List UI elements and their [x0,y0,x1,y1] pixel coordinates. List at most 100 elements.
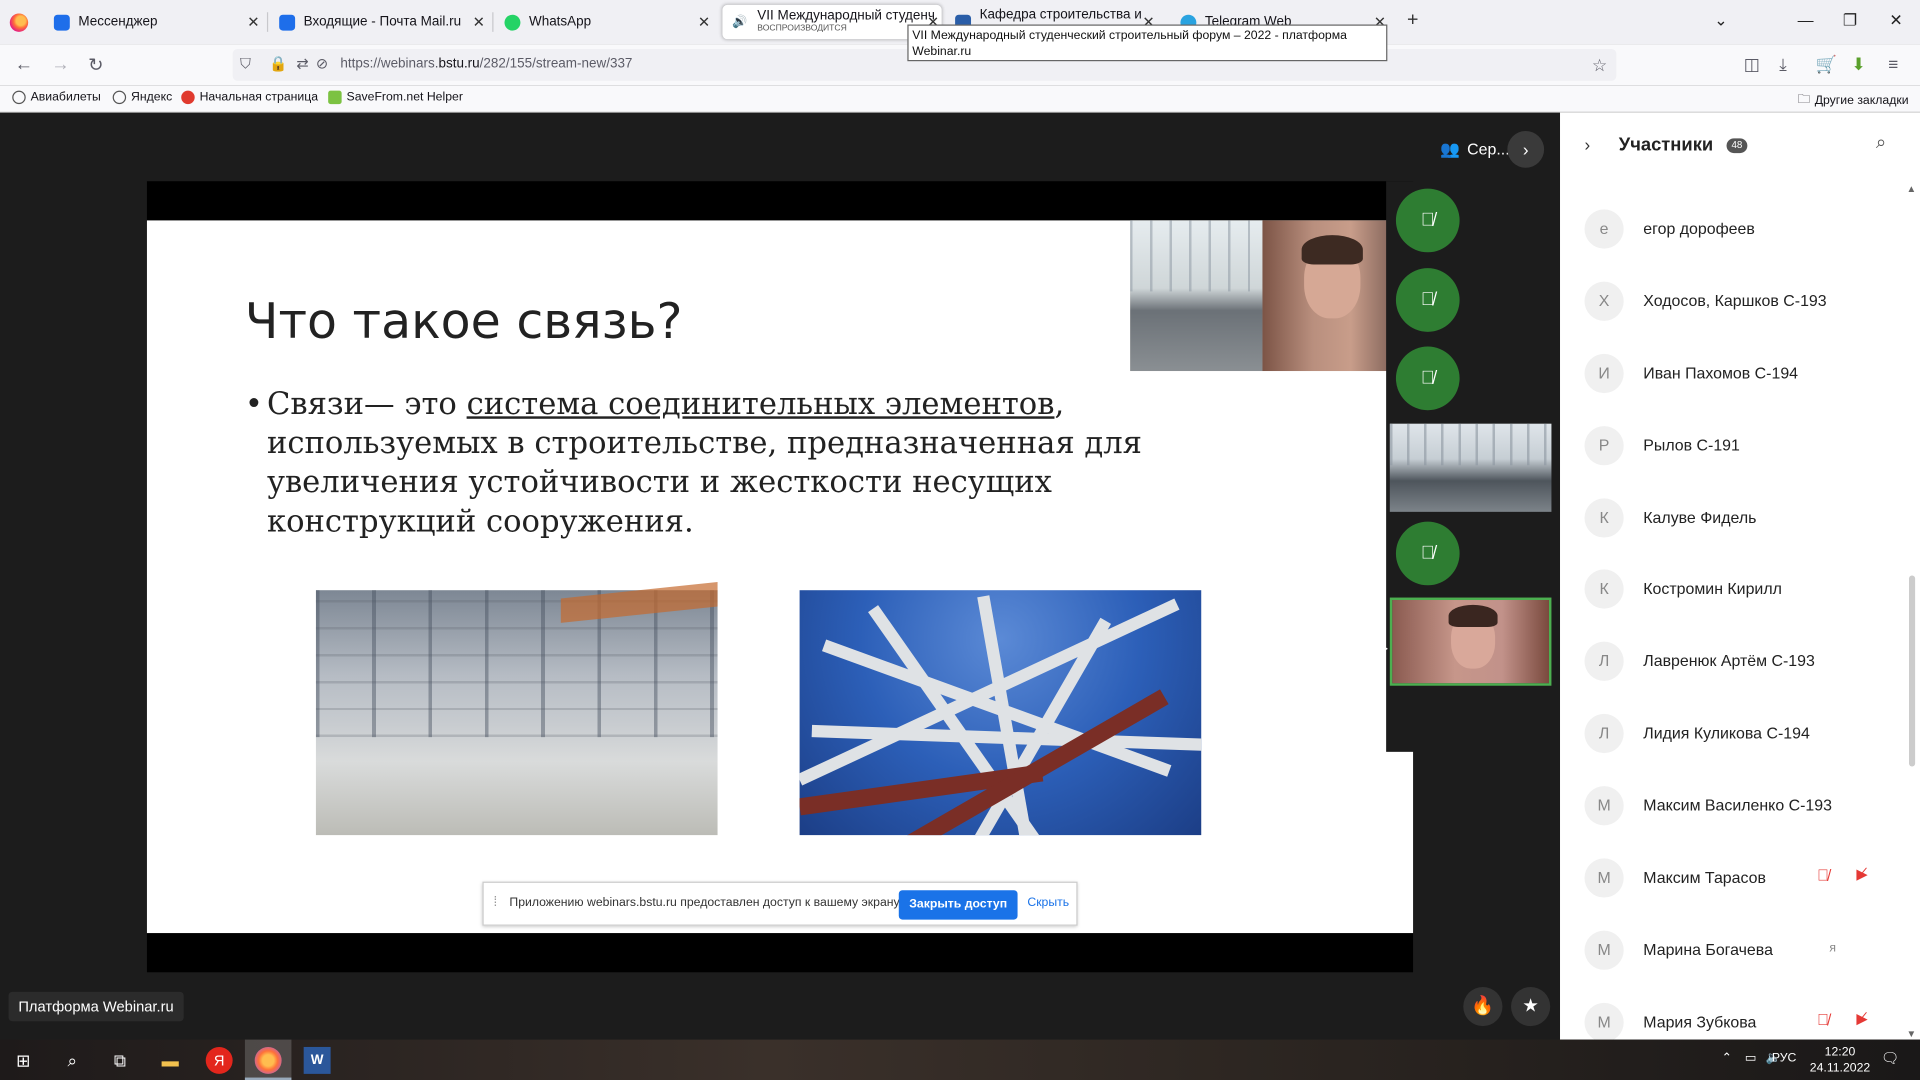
file-explorer-icon[interactable]: ▬ [157,1047,184,1074]
chevron-right-icon[interactable]: › [1507,131,1545,168]
firefox-icon[interactable] [9,13,29,32]
tab-label: Мессенджер [78,14,158,30]
new-tab-button[interactable]: + [1407,10,1418,32]
users-icon: 👥 [1440,139,1460,158]
participant-row[interactable]: М Марина Богачева я [1560,915,1903,987]
network-icon[interactable]: ▭ [1745,1052,1757,1065]
participants-title: Участники [1618,134,1714,156]
tab-mail[interactable]: Входящие - Почта Mail.ru ✕ [279,5,487,39]
mic-off-icon[interactable]: 🎙̸ [1395,268,1460,332]
participant-name: егор дорофеев [1643,219,1755,238]
participant-row[interactable]: М Мария Зубкова 🎙̸ ▶̸ [1560,987,1903,1040]
windows-start-icon[interactable]: ⊞ [10,1047,37,1074]
folder-icon: 🗀 [1797,93,1810,107]
participant-row[interactable]: И Иван Пахомов С-194 [1560,338,1903,410]
cart-icon[interactable]: 🛒 [1816,54,1837,75]
star-icon[interactable]: ★ [1511,986,1551,1027]
participant-row[interactable]: М Максим Тарасов 🎙̸ ▶̸ [1560,842,1903,914]
speaker-icon[interactable]: 🔊 [732,15,747,28]
word-icon[interactable]: W [303,1046,331,1074]
menu-icon[interactable]: ≡ [1888,54,1898,74]
task-view-icon[interactable]: ⧉ [107,1047,134,1074]
extension-icon[interactable]: ⬇ [1851,54,1865,75]
video-tile[interactable] [1389,423,1552,512]
search-icon[interactable]: ⌕ [59,1047,86,1074]
chevron-up-icon[interactable]: ⌃ [1722,1052,1732,1065]
webinar-stage: 👥 Сер... › Что такое связь? • Связи— это … [0,112,1561,1040]
avatar: е [1584,209,1624,249]
participants-count: 48 [1726,138,1748,154]
participant-name: Лавренюк Артём С-193 [1643,651,1815,671]
slide-text-link: система соединительных элементов [466,385,1055,422]
bookmark-item[interactable]: SaveFrom.net Helper [328,90,463,105]
active-speaker-tile[interactable] [1389,597,1552,686]
lock-icon[interactable]: 🔒 [269,55,287,72]
bookmark-item[interactable]: Начальная страница [181,90,318,105]
participant-name: Ходосов, Каршков С-193 [1643,291,1827,310]
chevron-right-icon[interactable]: › [1585,135,1591,155]
close-window-button[interactable]: ✕ [1889,11,1902,31]
shield-icon[interactable]: ⛉ [240,55,251,73]
participant-row[interactable]: Л Лидия Куликова С-194 [1560,698,1903,770]
participant-row[interactable]: К Калуве Фидель [1560,482,1903,554]
reload-icon[interactable]: ↻ [88,54,103,76]
participant-row[interactable]: М Максим Василенко С-193 [1560,770,1903,842]
screen-share-icon[interactable]: ⊘ [316,55,328,72]
firefox-icon[interactable] [254,1046,282,1074]
tab-label: WhatsApp [528,14,592,30]
close-icon[interactable]: ✕ [698,13,710,30]
participant-row[interactable]: Х Ходосов, Каршков С-193 [1560,266,1903,338]
participant-name: Максим Тарасов [1643,868,1766,887]
back-icon[interactable]: ← [15,54,33,75]
bookmark-item[interactable]: Авиабилеты [12,90,101,105]
avatar: К [1584,497,1624,538]
scroll-up-icon[interactable]: ▲ [1907,184,1917,195]
mic-off-icon[interactable]: 🎙̸ [1395,521,1460,586]
presenter-selector[interactable]: 👥 Сер... [1440,140,1510,160]
permissions-icon[interactable]: ⇄ [296,55,308,72]
participant-name: Лидия Куликова С-194 [1643,723,1810,743]
language-indicator[interactable]: РУС [1772,1052,1797,1065]
bookmark-label: Другие закладки [1814,94,1909,108]
download-icon[interactable]: ⤓ [1779,54,1787,75]
drag-handle[interactable]: ⁞ [493,895,497,910]
restore-button[interactable]: ❐ [1843,11,1857,31]
other-bookmarks[interactable]: 🗀 Другие закладки [1798,91,1909,112]
tab-tooltip: VII Международный студенческий строитель… [907,24,1388,62]
tab-whatsapp[interactable]: WhatsApp ✕ [504,5,712,39]
tab-messenger[interactable]: Мессенджер ✕ [53,5,262,39]
chevron-down-icon[interactable]: ⌄ [1714,11,1727,31]
camera-off-icon[interactable]: ▶̸ [1856,866,1867,883]
camera-off-icon[interactable]: ▶̸ [1856,1010,1867,1027]
scrollbar[interactable]: ▲ ▼ [1902,183,1920,1040]
search-icon[interactable]: ⌕ [1876,132,1886,153]
close-icon[interactable]: ✕ [247,13,259,30]
participant-row[interactable]: К Костромин Кирилл [1560,554,1903,626]
slide-body: • Связи— это система соединительных элем… [245,384,1249,541]
pocket-icon[interactable]: ◫ [1744,54,1760,75]
scroll-thumb[interactable] [1908,575,1916,767]
hide-banner-link[interactable]: Скрыть [1027,896,1069,909]
participant-row[interactable]: Л Лавренюк Артём С-193 [1560,626,1903,698]
minimize-button[interactable]: — [1798,11,1814,29]
notifications-icon[interactable]: 🗨 [1881,1049,1900,1066]
bookmark-item[interactable]: Яндекс [112,90,172,105]
stop-sharing-button[interactable]: Закрыть доступ [898,890,1018,920]
participant-row[interactable]: Р Рылов С-191 [1560,410,1903,482]
mic-off-icon[interactable]: 🎙̸ [1395,188,1460,253]
mic-off-icon[interactable]: 🎙̸ [1817,866,1829,884]
mic-off-icon[interactable]: 🎙̸ [1395,346,1460,411]
clock[interactable]: 12:20 24.11.2022 [1810,1044,1870,1076]
forward-icon[interactable]: → [51,54,69,75]
participant-row[interactable]: е егор дорофеев [1560,193,1903,265]
participant-name: Калуве Фидель [1643,507,1757,526]
fire-icon[interactable]: 🔥 [1463,986,1503,1027]
home-icon [181,90,195,105]
scroll-down-icon[interactable]: ▼ [1907,1029,1917,1040]
yandex-browser-icon[interactable]: Я [205,1046,233,1074]
mic-off-icon[interactable]: 🎙̸ [1817,1010,1829,1028]
close-icon[interactable]: ✕ [473,13,485,30]
participant-name: Рылов С-191 [1643,435,1740,454]
star-icon[interactable]: ☆ [1592,55,1607,76]
taskbar: ⊞ ⌕ ⧉ ▬ Я W ⌃ ▭ 🔈 РУС 12:20 24.11.2022 🗨 [0,1039,1920,1080]
